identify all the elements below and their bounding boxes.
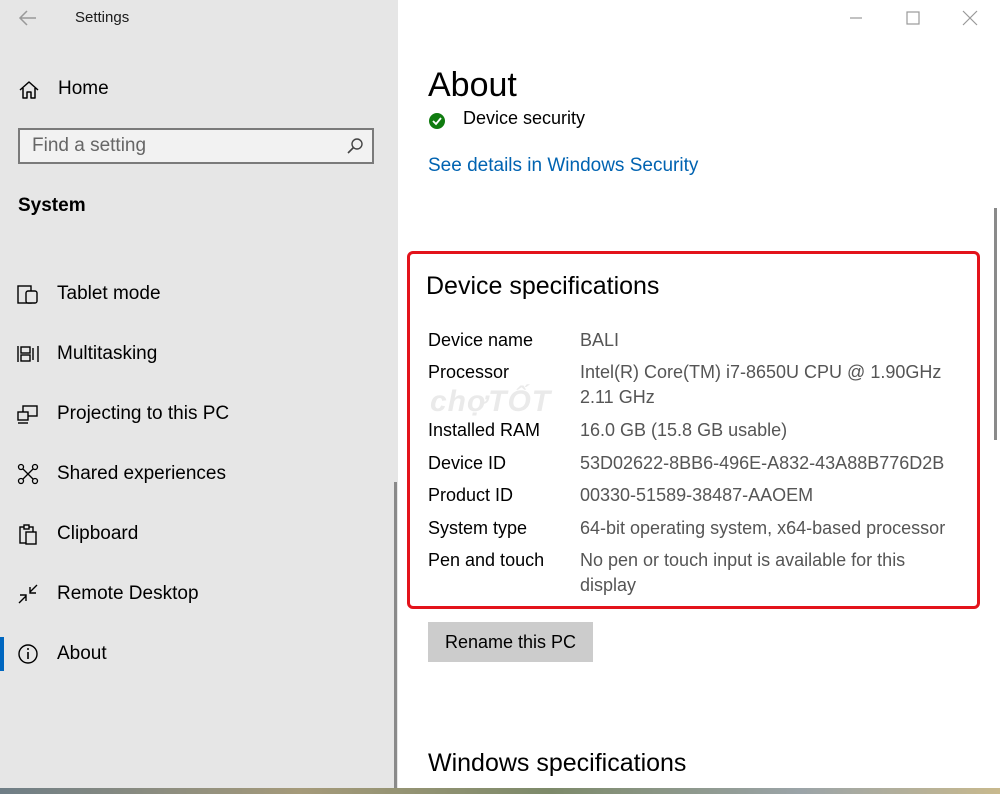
sidebar-item-label: Projecting to this PC: [57, 403, 230, 424]
sidebar-item-tablet-mode[interactable]: Tablet mode: [0, 274, 390, 314]
rename-pc-button[interactable]: Rename this PC: [428, 622, 593, 662]
sidebar-item-label: About: [57, 643, 107, 664]
projecting-icon: [17, 405, 38, 424]
spec-key: Processor: [428, 362, 510, 382]
maximize-icon: [906, 11, 920, 25]
sidebar-item-label: Multitasking: [57, 343, 158, 364]
sidebar-item-remote-desktop[interactable]: Remote Desktop: [0, 574, 390, 614]
info-icon: [18, 644, 38, 664]
spec-key: Pen and touch: [428, 550, 545, 570]
sidebar-item-about[interactable]: About: [0, 634, 390, 674]
device-specifications-heading: Device specifications: [426, 272, 660, 300]
sidebar-item-label: Clipboard: [57, 523, 139, 544]
close-button[interactable]: [958, 6, 982, 30]
spec-value: 00330-51589-38487-AAOEM: [580, 485, 814, 505]
minimize-button[interactable]: [844, 6, 868, 30]
section-title: System: [18, 195, 86, 216]
spec-key: Product ID: [428, 485, 514, 505]
windows-security-link[interactable]: See details in Windows Security: [428, 155, 698, 177]
search-icon: [347, 138, 363, 154]
main-scrollbar[interactable]: [994, 208, 997, 440]
tablet-mode-icon: [17, 285, 38, 304]
check-shield-icon: [429, 113, 445, 129]
remote-desktop-icon: [18, 584, 38, 604]
back-arrow-icon: [18, 10, 36, 26]
sidebar-scrollbar[interactable]: [394, 482, 397, 788]
sidebar-item-label: Home: [58, 78, 109, 99]
spec-key: System type: [428, 518, 528, 538]
sidebar-item-label: Shared experiences: [57, 463, 226, 484]
sidebar-item-projecting[interactable]: Projecting to this PC: [0, 394, 390, 434]
sidebar-item-shared-experiences[interactable]: Shared experiences: [0, 454, 390, 494]
sidebar-item-label: Tablet mode: [57, 283, 161, 304]
spec-value: 16.0 GB (15.8 GB usable): [580, 420, 788, 440]
sidebar-item-multitasking[interactable]: Multitasking: [0, 334, 390, 374]
spec-value: 53D02622-8BB6-496E-A832-43A88B776D2B: [580, 453, 945, 473]
spec-value: BALI: [580, 330, 620, 350]
device-security-label: Device security: [463, 110, 586, 128]
spec-value: No pen or touch input is available for t…: [580, 550, 906, 595]
spec-key: Device ID: [428, 453, 507, 473]
spec-value: 64-bit operating system, x64-based proce…: [580, 518, 946, 538]
shared-experiences-icon: [17, 463, 39, 485]
spec-key: Installed RAM: [428, 420, 541, 440]
search-input[interactable]: [32, 135, 332, 157]
home-icon: [19, 81, 39, 99]
search-box[interactable]: [18, 128, 374, 164]
clipboard-icon: [19, 524, 37, 545]
minimize-icon: [850, 17, 862, 19]
desktop-background-strip: [0, 788, 1000, 794]
windows-specifications-heading: Windows specifications: [428, 749, 687, 777]
close-icon: [962, 10, 978, 26]
multitasking-icon: [17, 346, 39, 362]
maximize-button[interactable]: [901, 6, 925, 30]
watermark: chợTỐT: [430, 385, 552, 418]
sidebar: Settings Home System Tablet mode Multita…: [0, 0, 398, 794]
sidebar-item-label: Remote Desktop: [57, 583, 199, 604]
page-title: About: [428, 66, 517, 104]
back-button[interactable]: [16, 7, 40, 29]
sidebar-item-clipboard[interactable]: Clipboard: [0, 514, 390, 554]
device-security-item: Device security: [428, 110, 728, 130]
spec-key: Device name: [428, 330, 534, 350]
app-title: Settings: [75, 9, 130, 26]
spec-value: Intel(R) Core(TM) i7-8650U CPU @ 1.90GHz…: [580, 362, 942, 407]
sidebar-item-home[interactable]: Home: [18, 76, 378, 102]
